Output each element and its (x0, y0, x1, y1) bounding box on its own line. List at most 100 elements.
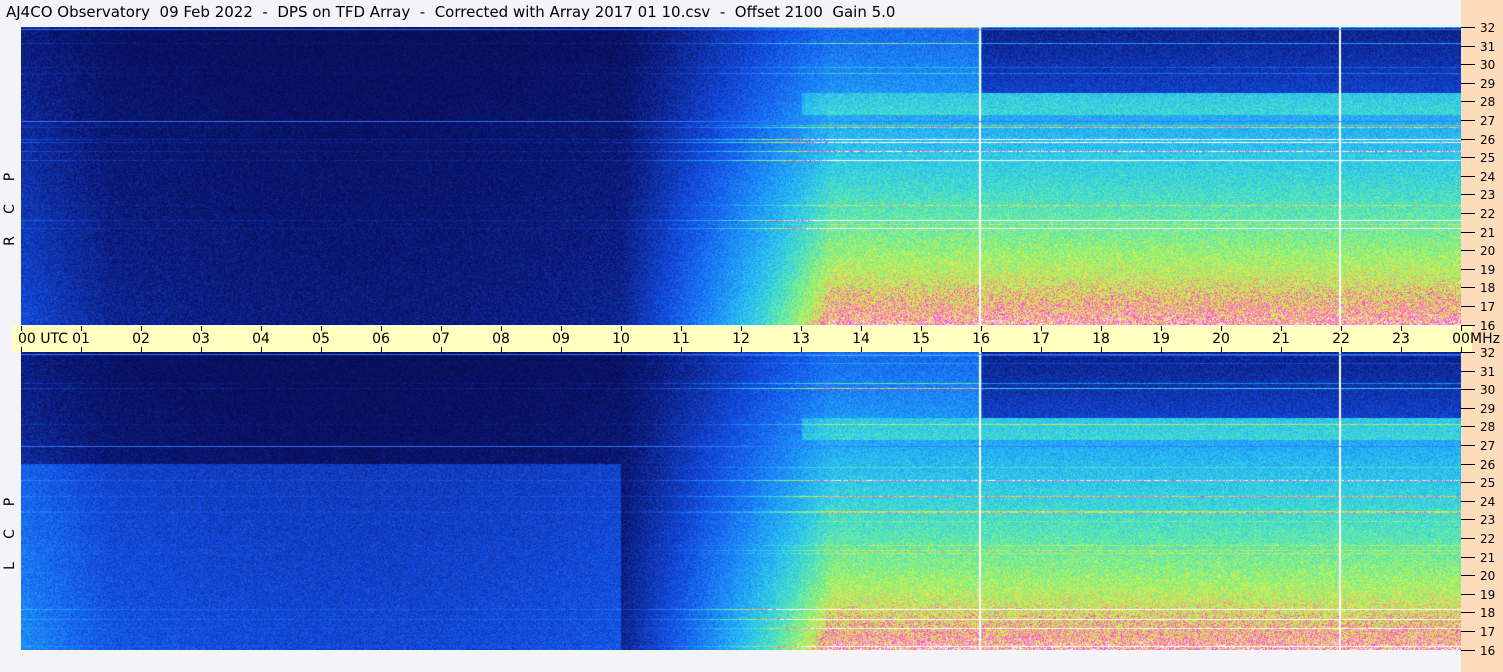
time-label: 00 UTC (17, 331, 69, 347)
time-label: 20 (1212, 331, 1230, 347)
freq-label: 32 (1480, 21, 1496, 35)
freq-label: 26 (1480, 132, 1496, 147)
freq-label: 19 (1480, 262, 1496, 277)
freq-tick (1461, 500, 1475, 502)
freq-label: 20 (1480, 569, 1496, 584)
freq-label: 31 (1480, 39, 1496, 54)
freq-tick (1461, 194, 1475, 196)
freq-label: 16 (1480, 318, 1496, 333)
time-tick (1161, 326, 1162, 331)
freq-tick (1461, 287, 1475, 289)
lcp-spectrogram (21, 352, 1461, 650)
freq-tick (1461, 231, 1475, 233)
time-tick (201, 326, 202, 331)
freq-tick (1461, 82, 1475, 84)
time-label: 03 (192, 331, 210, 347)
time-tick (1341, 326, 1342, 331)
freq-tick (1461, 27, 1475, 28)
freq-label: 24 (1480, 494, 1496, 509)
chart-title: AJ4CO Observatory 09 Feb 2022 - DPS on T… (6, 3, 896, 21)
time-tick (1281, 326, 1282, 331)
time-label: 12 (732, 331, 750, 347)
time-label: 05 (312, 331, 330, 347)
polarization-letter: C (2, 204, 18, 214)
time-label: 13 (792, 331, 810, 347)
freq-label: 18 (1480, 606, 1496, 621)
freq-tick (1461, 463, 1475, 465)
polarization-letter: P (2, 497, 18, 507)
freq-tick (1461, 649, 1475, 651)
time-axis: 00 UTC 01 02 03 04 05 06 07 08 09 10 11 12 13 14 15 16 17… (12, 326, 1472, 352)
time-label: 01 (72, 331, 90, 347)
freq-label: 23 (1480, 513, 1496, 528)
freq-label: 21 (1480, 225, 1496, 240)
freq-label: 26 (1480, 457, 1496, 472)
rcp-spectrogram (21, 27, 1461, 325)
polarization-letter: L (2, 562, 18, 570)
time-label: 09 (552, 331, 570, 347)
freq-label: 17 (1480, 625, 1496, 639)
freq-label: 18 (1480, 281, 1496, 296)
time-tick (21, 326, 22, 331)
freq-label: 32 (1480, 346, 1496, 360)
freq-tick (1461, 482, 1475, 484)
time-tick (81, 326, 82, 331)
freq-tick (1461, 120, 1475, 121)
polarization-letter: P (2, 172, 18, 182)
time-tick (741, 326, 742, 331)
freq-tick (1461, 426, 1475, 428)
freq-label: 29 (1480, 76, 1496, 91)
freq-label: 17 (1480, 300, 1496, 314)
freq-tick (1461, 370, 1475, 372)
time-tick (681, 326, 682, 331)
freq-label: 22 (1480, 532, 1496, 546)
freq-label: 30 (1480, 383, 1496, 398)
freq-label: 27 (1480, 114, 1496, 128)
time-label: 16 (972, 331, 990, 347)
freq-tick (1461, 101, 1475, 103)
freq-tick (1461, 306, 1475, 307)
time-tick (801, 326, 802, 331)
time-label: 00 (1452, 331, 1470, 347)
time-tick (921, 326, 922, 331)
polarization-letter: C (2, 529, 18, 539)
freq-label: 24 (1480, 169, 1496, 184)
time-label: 18 (1092, 331, 1110, 347)
freq-label: 28 (1480, 420, 1496, 435)
freq-label: 31 (1480, 364, 1496, 379)
freq-tick (1461, 268, 1475, 270)
freq-label: 30 (1480, 58, 1496, 73)
time-tick (1041, 326, 1042, 331)
mhz-unit-label: MHz (1470, 331, 1500, 347)
freq-label: 23 (1480, 188, 1496, 203)
time-tick (381, 326, 382, 331)
time-tick (981, 326, 982, 331)
freq-label: 25 (1480, 476, 1496, 491)
time-label: 02 (132, 331, 150, 347)
freq-label: 20 (1480, 244, 1496, 259)
freq-tick (1461, 445, 1475, 446)
freq-tick (1461, 64, 1475, 66)
freq-tick (1461, 631, 1475, 632)
time-tick (861, 326, 862, 331)
freq-tick (1461, 250, 1475, 252)
freq-label: 28 (1480, 95, 1496, 110)
time-tick (621, 326, 622, 331)
freq-label: 22 (1480, 207, 1496, 221)
polarization-letter: R (2, 236, 18, 246)
freq-label: 19 (1480, 587, 1496, 602)
time-tick (561, 326, 562, 331)
time-tick (1461, 326, 1462, 331)
freq-label: 16 (1480, 643, 1496, 658)
time-tick (321, 326, 322, 331)
freq-tick (1461, 389, 1475, 391)
time-tick (501, 326, 502, 331)
freq-tick (1461, 519, 1475, 521)
freq-tick (1461, 324, 1475, 326)
freq-tick (1461, 538, 1475, 539)
freq-tick (1461, 407, 1475, 409)
freq-tick (1461, 352, 1475, 353)
time-label: 04 (252, 331, 270, 347)
freq-tick (1461, 175, 1475, 177)
time-label: 19 (1152, 331, 1170, 347)
